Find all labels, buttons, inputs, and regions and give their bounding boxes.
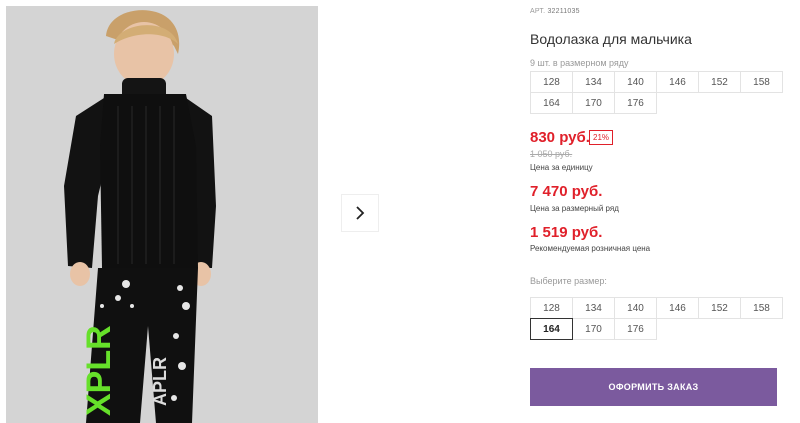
pack-size-note: 9 шт. в размерном ряду bbox=[530, 58, 629, 68]
old-price: 1 050 руб. bbox=[530, 149, 573, 159]
pack-size-cell: 146 bbox=[656, 71, 699, 93]
pack-size-cell: 128 bbox=[530, 71, 573, 93]
sku-label: АРТ. bbox=[530, 8, 546, 15]
chevron-right-icon bbox=[356, 206, 365, 220]
sku-value: 32211035 bbox=[547, 8, 580, 15]
pack-size-cell: 170 bbox=[572, 92, 615, 114]
pack-size-cell: 158 bbox=[740, 71, 783, 93]
size-option[interactable]: 158 bbox=[740, 297, 783, 319]
size-option[interactable]: 128 bbox=[530, 297, 573, 319]
sku: АРТ. 32211035 bbox=[530, 8, 580, 15]
size-selector: 128 134 140 146 152 158 164 170 176 bbox=[530, 297, 783, 340]
discount-badge: 21% bbox=[589, 130, 614, 145]
product-photo[interactable]: XPLR APLR bbox=[6, 6, 318, 423]
pack-size-cell: 164 bbox=[530, 92, 573, 114]
svg-text:XPLR: XPLR bbox=[80, 325, 118, 416]
size-option[interactable]: 170 bbox=[572, 318, 615, 340]
unit-price-label: Цена за единицу bbox=[530, 163, 593, 172]
size-option[interactable]: 146 bbox=[656, 297, 699, 319]
size-option-selected[interactable]: 164 bbox=[530, 318, 573, 340]
next-image-button[interactable] bbox=[341, 194, 379, 232]
place-order-button[interactable]: ОФОРМИТЬ ЗАКАЗ bbox=[530, 368, 777, 406]
pack-price-label: Цена за размерный ряд bbox=[530, 204, 619, 213]
pack-size-cell: 152 bbox=[698, 71, 741, 93]
boy-in-turtleneck-illustration: XPLR APLR bbox=[6, 6, 318, 423]
size-option[interactable]: 140 bbox=[614, 297, 657, 319]
pack-price: 7 470 руб. bbox=[530, 183, 603, 200]
size-option[interactable]: 176 bbox=[614, 318, 657, 340]
choose-size-label: Выберите размер: bbox=[530, 276, 607, 286]
pack-size-cell: 134 bbox=[572, 71, 615, 93]
pack-size-cell: 176 bbox=[614, 92, 657, 114]
size-option[interactable]: 134 bbox=[572, 297, 615, 319]
pack-sizes-grid: 128 134 140 146 152 158 164 170 176 bbox=[530, 71, 783, 114]
pack-size-cell: 140 bbox=[614, 71, 657, 93]
product-gallery: XPLR APLR bbox=[6, 6, 506, 423]
size-option[interactable]: 152 bbox=[698, 297, 741, 319]
svg-text:APLR: APLR bbox=[150, 357, 170, 406]
recommended-retail-price-label: Рекомендуемая розничная цена bbox=[530, 244, 651, 253]
unit-price: 830 руб. bbox=[530, 129, 590, 146]
recommended-retail-price: 1 519 руб. bbox=[530, 224, 603, 241]
product-title: Водолазка для мальчика bbox=[530, 31, 692, 47]
